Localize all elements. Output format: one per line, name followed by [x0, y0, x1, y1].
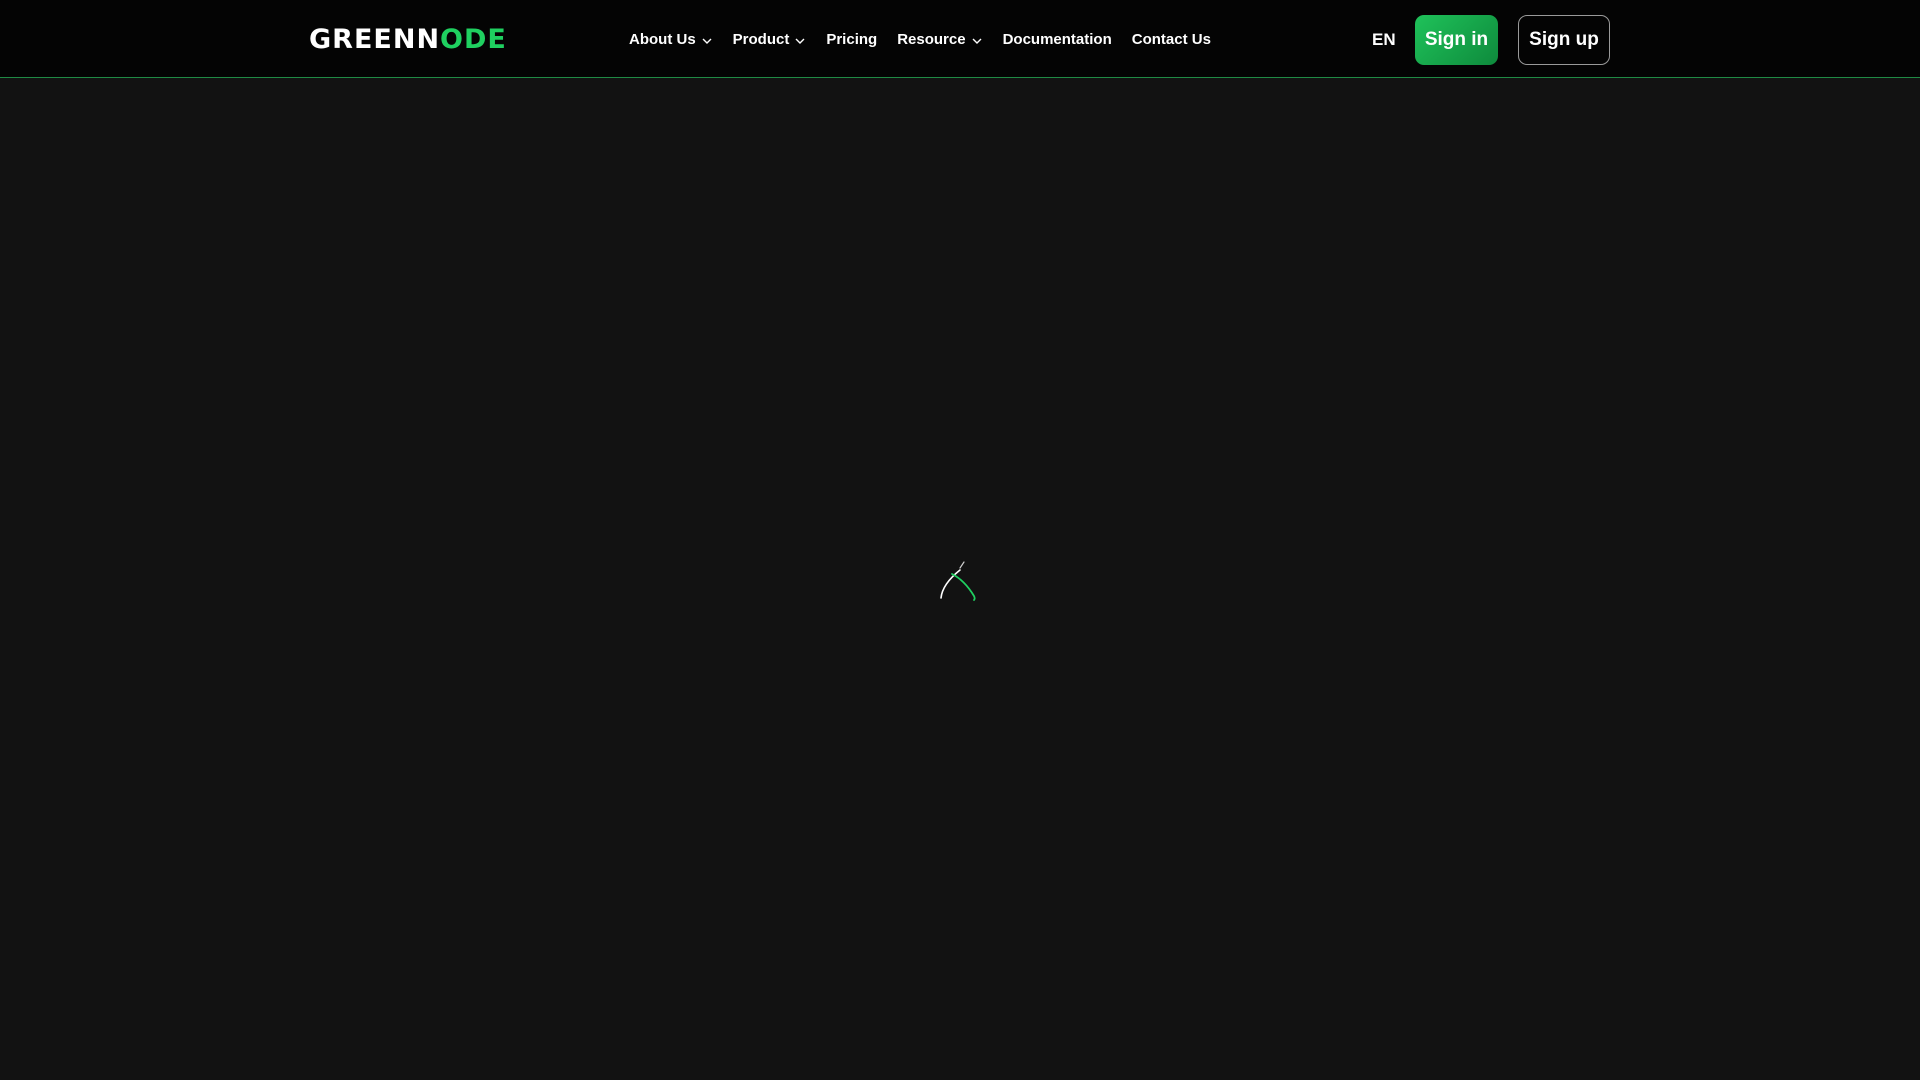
nav-item-label: Pricing [826, 30, 878, 48]
nav-item-product[interactable]: Product [733, 31, 807, 48]
loading-spinner-icon [940, 561, 976, 601]
language-selector[interactable]: EN [1372, 30, 1396, 50]
logo-text-n: N [416, 24, 441, 55]
main-nav: About Us Product Pricing Resource Docume… [629, 0, 1231, 78]
nav-item-label: About Us [629, 30, 696, 48]
nav-item-documentation[interactable]: Documentation [1003, 31, 1112, 48]
logo-text-green: GREEN [309, 24, 417, 55]
nav-item-pricing[interactable]: Pricing [826, 31, 877, 48]
nav-item-about-us[interactable]: About Us [629, 31, 713, 48]
nav-item-label: Contact Us [1131, 30, 1211, 48]
nav-item-label: Product [732, 30, 790, 48]
chevron-down-icon [972, 38, 982, 44]
nav-item-contact-us[interactable]: Contact Us [1132, 31, 1211, 48]
top-header: GREEN N O DE About Us Product Pricing Resou… [0, 0, 1920, 78]
sign-in-button[interactable]: Sign in [1415, 15, 1498, 65]
chevron-down-icon [702, 38, 712, 44]
logo-text-o: O [440, 24, 464, 55]
logo-text-de: DE [464, 24, 507, 55]
nav-item-label: Resource [897, 30, 966, 48]
chevron-down-icon [795, 38, 805, 44]
greennode-logo[interactable]: GREEN N O DE [309, 24, 507, 55]
sign-up-button[interactable]: Sign up [1518, 15, 1610, 65]
nav-item-label: Documentation [1002, 30, 1112, 48]
nav-item-resource[interactable]: Resource [897, 31, 982, 48]
